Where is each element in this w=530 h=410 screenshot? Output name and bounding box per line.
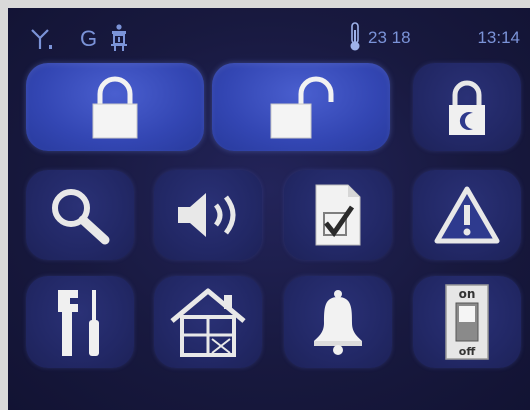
tools-button[interactable] (26, 276, 134, 368)
thermometer-icon (350, 22, 360, 51)
checklist-button[interactable] (284, 170, 392, 260)
arm-lock-button[interactable] (26, 63, 204, 151)
on-off-switch-icon: on off (445, 284, 489, 360)
switch-off-label: off (459, 345, 476, 358)
touch-screen: G 23 18 13:14 on off (8, 8, 530, 410)
gsm-label: G (80, 26, 98, 51)
volume-button[interactable] (154, 170, 262, 260)
bell-icon (314, 290, 362, 355)
speaker-icon (178, 193, 236, 237)
antenna-signal-icon (31, 29, 52, 49)
bell-button[interactable] (284, 276, 392, 368)
status-bar: G 23 18 13:14 (8, 8, 530, 60)
night-arm-button[interactable] (413, 63, 521, 151)
lock-open-icon (270, 76, 334, 139)
clock-readout: 13:14 (477, 28, 520, 47)
magnifier-icon (52, 189, 110, 245)
switch-on-label: on (459, 287, 476, 301)
document-check-icon (315, 184, 361, 246)
alarm-warning-button[interactable] (413, 170, 521, 260)
temperature-readout: 23 18 (368, 28, 411, 47)
power-plug-icon (111, 24, 127, 51)
house-icon (170, 288, 246, 357)
disarm-unlock-button[interactable] (212, 63, 390, 151)
search-button[interactable] (26, 170, 134, 260)
lock-moon-icon (449, 80, 485, 135)
lock-closed-icon (92, 76, 138, 139)
warning-triangle-icon (434, 186, 500, 244)
wrench-screwdriver-icon (58, 290, 99, 356)
on-off-switch-button[interactable]: on off (413, 276, 521, 368)
house-zones-button[interactable] (154, 276, 262, 368)
